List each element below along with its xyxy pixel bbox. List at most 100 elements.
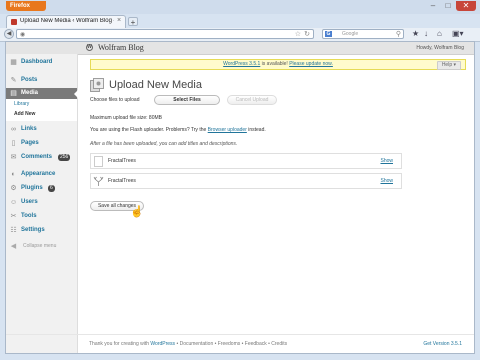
sidebar-item-label: Dashboard bbox=[21, 59, 53, 65]
file-thumbnail-icon bbox=[94, 156, 103, 167]
dashboard-icon: ▦ bbox=[10, 59, 17, 66]
sidebar-item-users[interactable]: ☺ Users bbox=[6, 197, 77, 208]
upload-page-icon bbox=[90, 78, 104, 92]
back-button[interactable]: ◀ bbox=[4, 29, 14, 39]
bookmark-star-icon[interactable]: ☆ bbox=[295, 30, 301, 38]
sidebar-item-label: Settings bbox=[21, 227, 45, 233]
sidebar-item-label: Appearance bbox=[21, 171, 56, 177]
site-name[interactable]: Wolfram Blog bbox=[98, 43, 144, 52]
sidebar-item-label: Media bbox=[21, 90, 39, 96]
sidebar-item-comments[interactable]: ✉ Comments 256 bbox=[6, 152, 77, 163]
minimize-icon[interactable]: – bbox=[426, 1, 440, 11]
comments-icon: ✉ bbox=[10, 154, 17, 161]
help-button[interactable]: Help ▾ bbox=[436, 61, 461, 70]
submenu-library[interactable]: Library bbox=[14, 101, 29, 107]
update-now-link[interactable]: Please update now. bbox=[289, 61, 333, 67]
tab-title: Upload New Media ‹ Wolfram Blog — W... bbox=[20, 18, 114, 24]
users-icon: ☺ bbox=[10, 199, 18, 206]
max-upload-size: Maximum upload file size: 80MB bbox=[90, 115, 162, 121]
sidebar-item-tools[interactable]: ✂ Tools bbox=[6, 211, 77, 222]
page-title: Upload New Media bbox=[109, 79, 202, 91]
howdy-user-menu[interactable]: Howdy, Wolfram Blog bbox=[416, 45, 464, 51]
search-go-icon[interactable]: ⚲ bbox=[396, 30, 401, 38]
favicon-icon bbox=[11, 19, 17, 25]
footer-thanks: Thank you for creating with WordPress • … bbox=[89, 341, 287, 347]
reload-icon[interactable]: ↻ bbox=[304, 30, 310, 38]
sidebar-item-label: Pages bbox=[21, 140, 39, 146]
collapse-menu-button[interactable]: ◀ Collapse menu bbox=[6, 241, 77, 251]
choose-files-label: Choose files to upload bbox=[90, 97, 140, 103]
flash-uploader-note: You are using the Flash uploader. Proble… bbox=[90, 127, 266, 133]
posts-icon: ✎ bbox=[10, 77, 17, 84]
sidebar-item-label: Plugins bbox=[21, 185, 43, 191]
firefox-menu-button[interactable]: Firefox bbox=[6, 1, 46, 11]
downloads-icon[interactable]: ↓ bbox=[424, 29, 428, 39]
tools-icon: ✂ bbox=[10, 213, 17, 220]
sidebar-item-label: Users bbox=[21, 199, 38, 205]
collapse-menu-label: Collapse menu bbox=[23, 243, 57, 249]
media-item-show-link[interactable]: Show bbox=[380, 158, 393, 164]
sidebar-item-posts[interactable]: ✎ Posts bbox=[6, 75, 77, 86]
sidebar-item-label: Links bbox=[21, 126, 37, 132]
footer-links[interactable]: • Documentation • Freedoms • Feedback • … bbox=[175, 341, 287, 347]
sidebar-item-plugins[interactable]: ⚙ Plugins 6 bbox=[6, 183, 77, 194]
sidebar-item-settings[interactable]: ☷ Settings bbox=[6, 225, 77, 236]
home-icon[interactable]: ⌂ bbox=[437, 29, 442, 39]
appearance-icon: ◐ bbox=[11, 171, 16, 178]
sidebar-item-label: Posts bbox=[21, 77, 38, 83]
select-files-button[interactable]: Select Files bbox=[154, 95, 220, 105]
footer-version-link[interactable]: Get Version 3.5.1 bbox=[423, 341, 462, 347]
settings-icon: ☷ bbox=[10, 227, 17, 234]
flash-note-suffix: instead. bbox=[246, 127, 266, 133]
search-bar[interactable]: G Google ⚲ bbox=[322, 29, 404, 39]
footer-wordpress-link[interactable]: WordPress bbox=[150, 341, 175, 347]
main-content: WordPress 3.5.1 is available! Please upd… bbox=[84, 54, 472, 353]
tab-bar: Upload New Media ‹ Wolfram Blog — W... ×… bbox=[0, 14, 480, 28]
pages-icon: ▯ bbox=[11, 140, 16, 147]
media-item-row: FractalTrees Show bbox=[90, 153, 402, 169]
cancel-upload-button[interactable]: Cancel Upload bbox=[227, 95, 277, 105]
new-tab-button[interactable]: + bbox=[128, 17, 138, 27]
submenu-add-new[interactable]: Add New bbox=[14, 111, 35, 117]
comments-count-badge: 256 bbox=[58, 154, 71, 161]
sidebar-item-dashboard[interactable]: ▦ Dashboard bbox=[6, 57, 77, 68]
update-notice-text: is available! bbox=[260, 61, 290, 67]
site-identity-icon[interactable]: ◉ bbox=[20, 31, 25, 38]
media-item-row: FractalTrees Show bbox=[90, 173, 402, 189]
close-window-icon[interactable]: ✕ bbox=[456, 1, 476, 11]
browser-uploader-link[interactable]: Browser uploader bbox=[208, 127, 247, 133]
bookmarks-icon[interactable]: ★ bbox=[412, 29, 419, 39]
update-notice: WordPress 3.5.1 is available! Please upd… bbox=[90, 59, 466, 70]
browser-window: Firefox – □ ✕ Upload New Media ‹ Wolfram… bbox=[0, 0, 480, 360]
tab-close-icon[interactable]: × bbox=[117, 17, 121, 24]
hand-cursor-icon: ☝ bbox=[130, 206, 144, 218]
collapse-arrow-icon: ◀ bbox=[10, 243, 17, 250]
maximize-icon[interactable]: □ bbox=[441, 1, 455, 11]
media-icon: ▤ bbox=[10, 90, 17, 97]
page-content: W Wolfram Blog Howdy, Wolfram Blog ▦ Das… bbox=[5, 41, 475, 354]
search-engine-icon[interactable]: G bbox=[325, 31, 332, 37]
footer-thanks-prefix: Thank you for creating with bbox=[89, 341, 151, 347]
fractal-tree-thumbnail-icon bbox=[93, 176, 104, 186]
sidebar-item-media[interactable]: ▤ Media bbox=[6, 88, 78, 99]
plugins-count-badge: 6 bbox=[48, 185, 55, 192]
admin-footer: Thank you for creating with WordPress • … bbox=[6, 334, 474, 353]
sidebar-item-label: Comments bbox=[21, 154, 53, 160]
wordpress-logo-icon[interactable]: W bbox=[86, 44, 93, 51]
update-version-link[interactable]: WordPress 3.5.1 bbox=[223, 61, 260, 67]
sidebar-item-label: Tools bbox=[21, 213, 37, 219]
media-item-name: FractalTrees bbox=[108, 178, 136, 184]
navigation-bar: ◀ ◉ ☆ ↻ G Google ⚲ ★ ↓ ⌂ ▣▾ bbox=[0, 28, 480, 42]
media-item-show-link[interactable]: Show bbox=[380, 178, 393, 184]
flash-note-prefix: You are using the Flash uploader. Proble… bbox=[90, 127, 208, 133]
menu-icon[interactable]: ▣▾ bbox=[452, 29, 464, 39]
plugins-icon: ⚙ bbox=[10, 185, 17, 192]
sidebar-item-links[interactable]: ∞ Links bbox=[6, 124, 77, 135]
address-bar[interactable]: ◉ ☆ ↻ bbox=[16, 29, 314, 39]
links-icon: ∞ bbox=[11, 126, 16, 133]
browser-tab[interactable]: Upload New Media ‹ Wolfram Blog — W... × bbox=[6, 15, 126, 28]
admin-sidebar: ▦ Dashboard ✎ Posts ▤ Media Library Add … bbox=[6, 54, 78, 353]
sidebar-item-pages[interactable]: ▯ Pages bbox=[6, 138, 77, 149]
sidebar-item-appearance[interactable]: ◐ Appearance bbox=[6, 169, 77, 180]
after-upload-hint: After a file has been uploaded, you can … bbox=[90, 141, 238, 147]
